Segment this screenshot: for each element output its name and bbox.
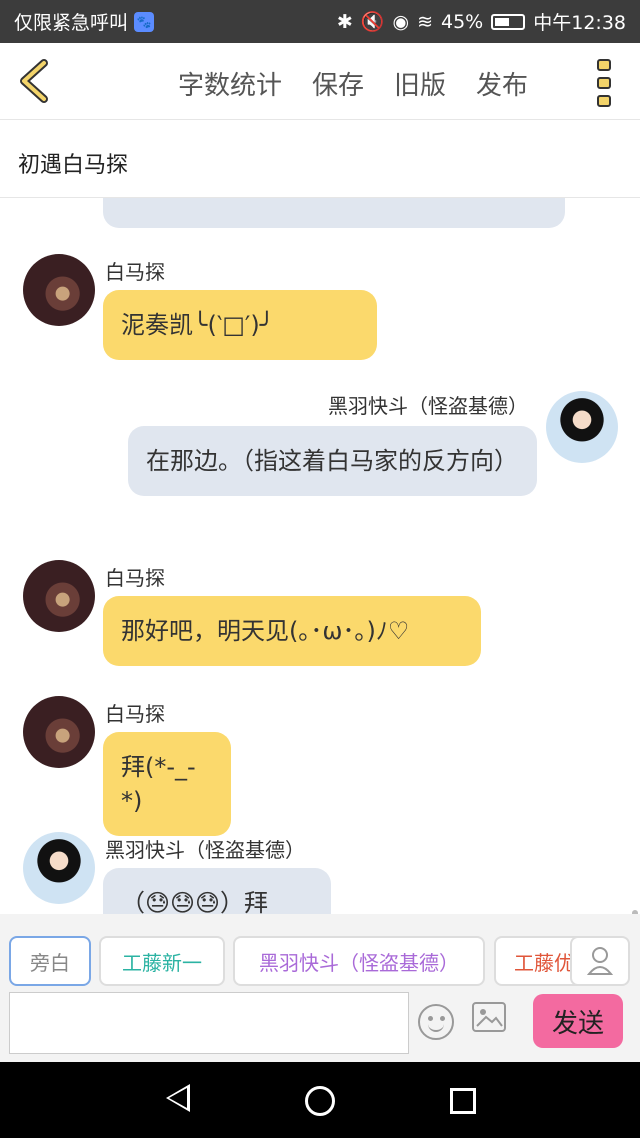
emoji-icon[interactable] (418, 1004, 454, 1040)
role-selector: 旁白 工藤新一 黑羽快斗（怪盗基德） 工藤优 (0, 914, 640, 990)
battery-percent: 45% (441, 10, 484, 33)
back-icon[interactable] (166, 1084, 190, 1112)
message-bubble[interactable]: 泥奏凯╰(‵□′)╯ (103, 290, 377, 360)
save-button[interactable]: 保存 (312, 65, 364, 102)
editor-toolbar: 字数统计 保存 旧版 发布 (0, 43, 640, 120)
person-icon (587, 947, 613, 975)
avatar[interactable] (546, 391, 618, 463)
composer: 发送 (0, 990, 640, 1062)
chat-area[interactable]: 白马探 泥奏凯╰(‵□′)╯ 黑羽快斗（怪盗基德） 在那边。（指这着白马家的反方… (0, 198, 640, 914)
role-manage-button[interactable] (570, 936, 630, 986)
role-chip-kudo-shinichi[interactable]: 工藤新一 (99, 936, 225, 986)
message-bubble-partial (103, 198, 565, 228)
send-button[interactable]: 发送 (533, 994, 623, 1048)
status-text: 仅限紧急呼叫 (14, 12, 129, 34)
clock: 中午12:38 (533, 12, 626, 34)
sender-name: 黑羽快斗（怪盗基德） (105, 838, 305, 862)
publish-button[interactable]: 发布 (476, 65, 528, 102)
sender-name: 白马探 (105, 702, 165, 726)
back-arrow-icon[interactable] (16, 57, 52, 105)
home-icon[interactable] (305, 1086, 335, 1116)
message-bubble[interactable]: 那好吧，明天见(｡･ω･｡)ﾉ♡ (103, 596, 481, 666)
story-title[interactable]: 初遇白马探 (0, 121, 640, 198)
baidu-icon: 🐾 (134, 11, 155, 32)
bluetooth-icon: ✱ (336, 10, 353, 33)
message-bubble[interactable]: 在那边。（指这着白马家的反方向） (128, 426, 537, 496)
message-bubble[interactable]: （😓😓😓）拜 (103, 868, 331, 914)
battery-icon (491, 13, 526, 30)
role-label: 黑羽快斗（怪盗基德） (259, 950, 459, 975)
message-input[interactable] (9, 992, 409, 1054)
old-version-button[interactable]: 旧版 (394, 65, 446, 102)
eye-icon: ◉ (392, 10, 410, 33)
more-menu-icon[interactable] (594, 59, 614, 107)
role-label: 工藤优 (514, 950, 574, 975)
image-icon[interactable] (472, 1002, 506, 1032)
mute-icon: 🔇 (360, 11, 385, 33)
avatar[interactable] (23, 560, 95, 632)
avatar[interactable] (23, 832, 95, 904)
word-count-button[interactable]: 字数统计 (178, 65, 282, 102)
message-bubble[interactable]: 拜(*-_-*) (103, 732, 231, 836)
avatar[interactable] (23, 696, 95, 768)
role-chip-narrator[interactable]: 旁白 (9, 936, 91, 986)
status-bar: 仅限紧急呼叫 🐾 ✱ 🔇 ◉ ≋ 45% 中午12:38 (0, 0, 640, 43)
role-label: 工藤新一 (122, 950, 202, 975)
sender-name: 白马探 (105, 566, 165, 590)
sender-name: 黑羽快斗（怪盗基德） (328, 394, 528, 418)
role-chip-kuroba-kaito[interactable]: 黑羽快斗（怪盗基德） (233, 936, 485, 986)
wifi-icon: ≋ (417, 10, 433, 33)
role-label: 旁白 (30, 950, 70, 975)
sender-name: 白马探 (105, 260, 165, 284)
avatar[interactable] (23, 254, 95, 326)
system-nav-bar (0, 1062, 640, 1138)
recents-icon[interactable] (450, 1088, 476, 1114)
